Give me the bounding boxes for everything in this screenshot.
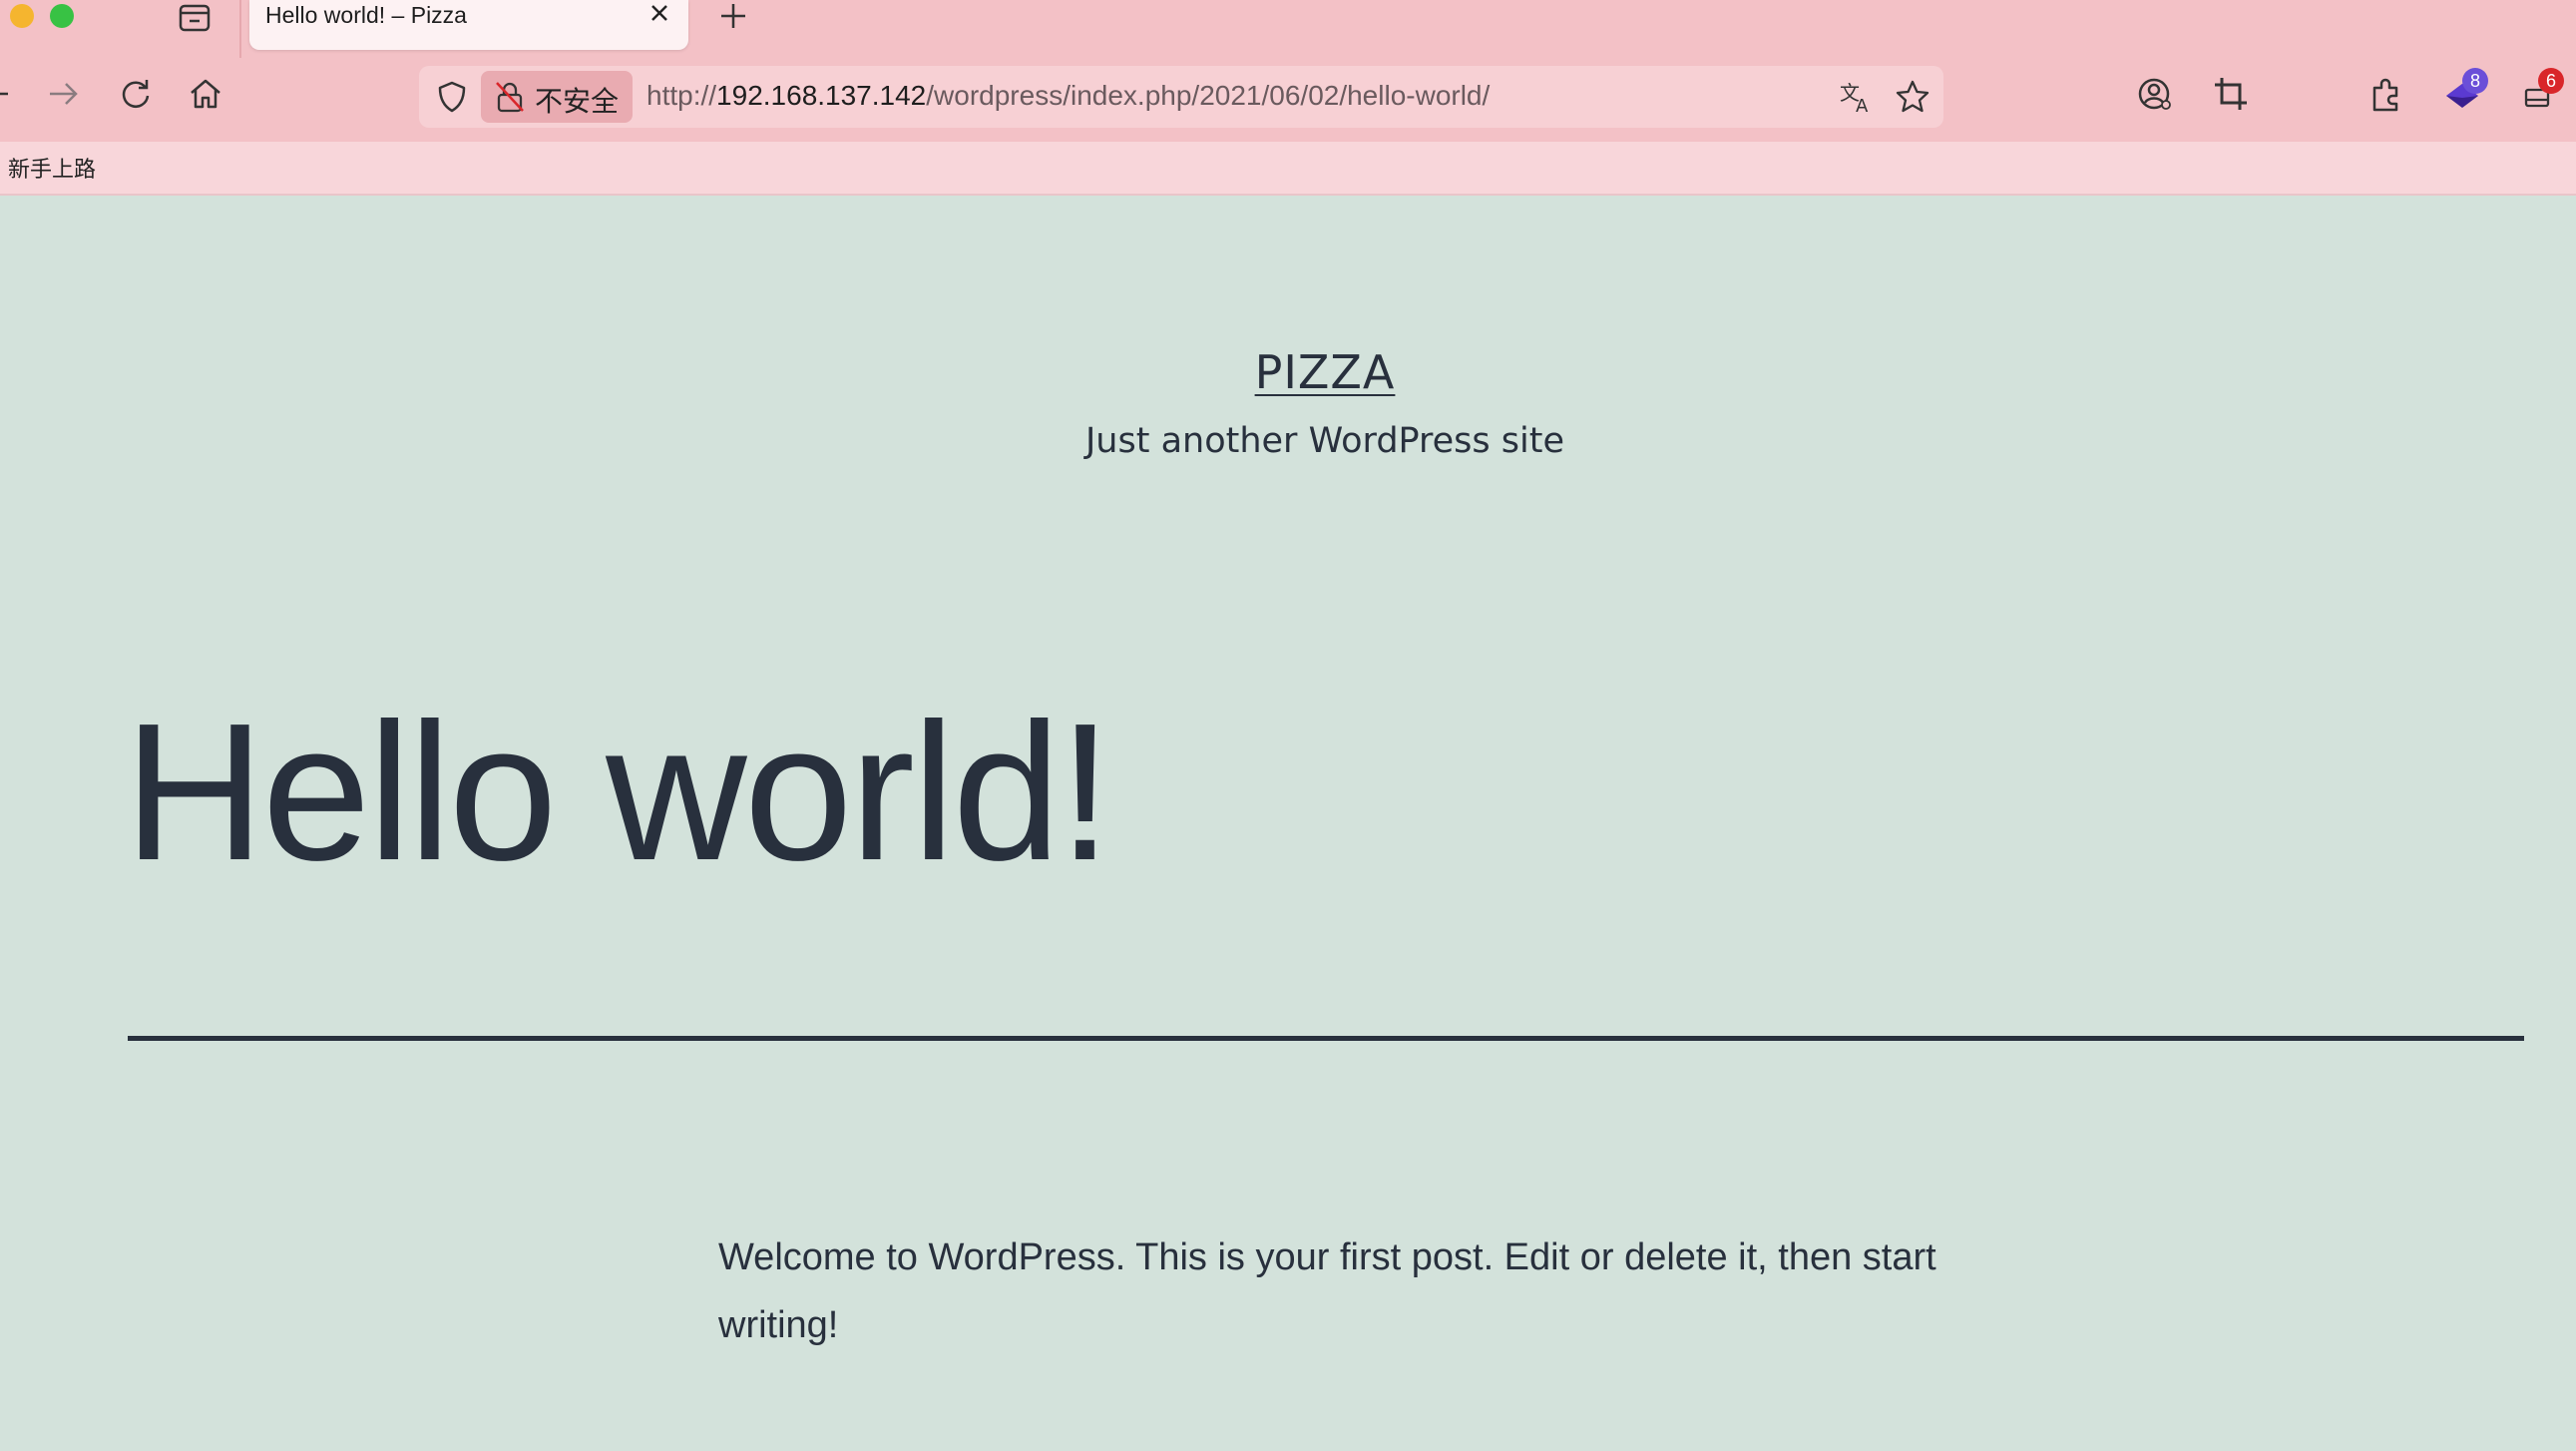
- address-bar[interactable]: 不安全 http://192.168.137.142/wordpress/ind…: [419, 66, 1943, 128]
- tracking-protection-shield-icon[interactable]: [435, 80, 469, 114]
- site-title-link[interactable]: PIZZA: [1255, 345, 1396, 399]
- back-arrow-icon[interactable]: [0, 74, 40, 114]
- forward-arrow-icon[interactable]: [44, 74, 84, 114]
- site-description: Just another WordPress site: [1084, 421, 1564, 461]
- reload-icon[interactable]: [116, 74, 156, 114]
- new-tab-icon[interactable]: [716, 0, 750, 34]
- svg-text:A: A: [1856, 96, 1869, 116]
- extension-a-icon[interactable]: 8: [2442, 68, 2488, 114]
- maximize-window-button[interactable]: [50, 4, 74, 28]
- bookmarks-bar: 新手上路: [0, 142, 2576, 196]
- url-path: /wordpress/index.php/2021/06/02/hello-wo…: [926, 80, 1491, 111]
- tab-title: Hello world! – Pizza: [265, 2, 467, 28]
- url-host: 192.168.137.142: [716, 80, 927, 111]
- post-title: Hello world!: [124, 683, 1112, 901]
- web-page: PIZZA Just another WordPress site Hello …: [0, 196, 2576, 1451]
- extension-b-badge: 6: [2538, 68, 2564, 94]
- extension-b-icon[interactable]: 6: [2518, 68, 2564, 114]
- translate-icon[interactable]: 文 A: [1838, 78, 1876, 116]
- url-scheme: http://: [646, 80, 717, 111]
- post-separator: [128, 1036, 2524, 1041]
- tab-active[interactable]: Hello world! – Pizza: [249, 0, 688, 50]
- extensions-puzzle-icon[interactable]: [2366, 74, 2406, 114]
- minimize-window-button[interactable]: [10, 4, 34, 28]
- insecure-label: 不安全: [535, 85, 620, 118]
- site-title: PIZZA: [0, 345, 2576, 399]
- insecure-lock-icon: [495, 81, 525, 113]
- account-icon[interactable]: [2135, 74, 2175, 114]
- browser-titlebar: Hello world! – Pizza: [0, 0, 2576, 58]
- close-tab-icon[interactable]: [644, 0, 674, 30]
- tab-overview-icon[interactable]: [178, 2, 212, 32]
- home-icon[interactable]: [186, 74, 225, 114]
- url-text[interactable]: http://192.168.137.142/wordpress/index.p…: [646, 80, 1490, 112]
- bookmark-star-icon[interactable]: [1894, 78, 1932, 116]
- screenshot-crop-icon[interactable]: [2211, 74, 2251, 114]
- browser-toolbar: 不安全 http://192.168.137.142/wordpress/ind…: [0, 58, 2576, 142]
- connection-insecure-indicator[interactable]: 不安全: [481, 71, 633, 123]
- tab-divider: [239, 0, 241, 58]
- extension-a-badge: 8: [2462, 68, 2488, 94]
- post-content: Welcome to WordPress. This is your first…: [718, 1236, 1936, 1346]
- bookmark-item[interactable]: 新手上路: [8, 152, 96, 184]
